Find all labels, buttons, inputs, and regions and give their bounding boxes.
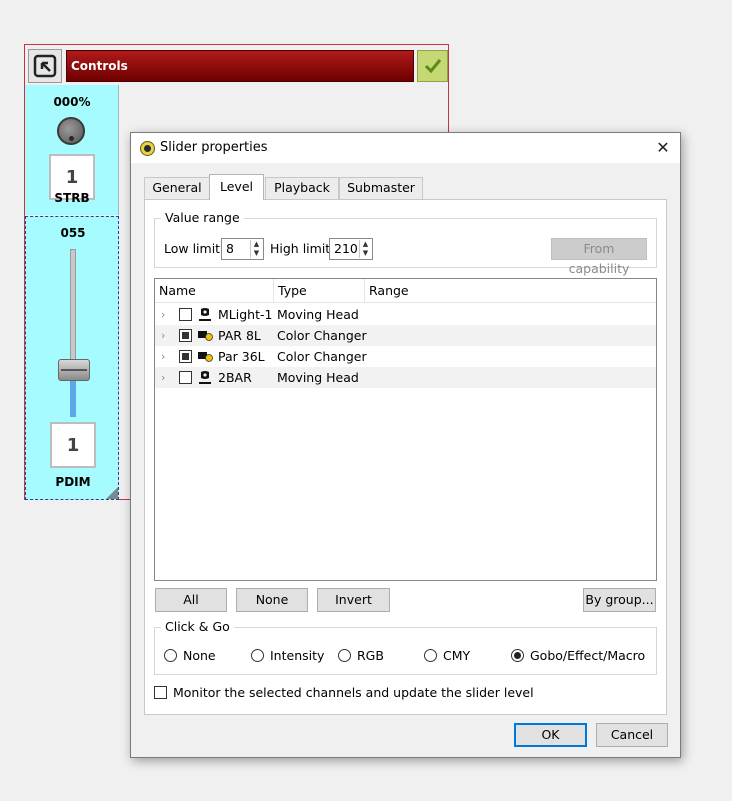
value-range-group: Value range Low limit 8 ▲ ▼ High limit 21… xyxy=(154,210,657,276)
low-limit-value: 8 xyxy=(226,241,234,256)
select-all-button[interactable]: All xyxy=(155,588,227,612)
cancel-button[interactable]: Cancel xyxy=(596,723,668,747)
monitor-label: Monitor the selected channels and update… xyxy=(173,685,534,700)
radio-rgb-label: RGB xyxy=(357,648,384,663)
fixture-name: Par 36L xyxy=(218,349,265,364)
app-icon xyxy=(140,141,155,156)
tree-row[interactable]: › 2BAR Moving Head xyxy=(155,367,656,388)
monitor-checkbox[interactable] xyxy=(154,686,167,699)
from-capability-button[interactable]: From capability xyxy=(551,238,647,276)
tree-row[interactable]: › Par 36L Color Changer xyxy=(155,346,656,367)
color-changer-icon xyxy=(198,352,213,362)
tab-submaster[interactable]: Submaster xyxy=(339,177,423,199)
column-type[interactable]: Type xyxy=(274,279,365,303)
radio-gobo-effect-macro[interactable] xyxy=(511,649,524,662)
frame-enable-button[interactable] xyxy=(28,49,62,83)
invert-selection-button[interactable]: Invert xyxy=(317,588,390,612)
radio-cmy-label: CMY xyxy=(443,648,471,663)
tab-playback[interactable]: Playback xyxy=(265,177,339,199)
radio-none[interactable] xyxy=(164,649,177,662)
chevron-right-icon[interactable]: › xyxy=(161,304,165,325)
high-limit-label: High limit xyxy=(270,241,331,256)
fixture-tree[interactable]: Name Type Range › MLight-1 Moving Head › xyxy=(154,278,657,581)
color-changer-icon xyxy=(198,331,213,341)
ok-button[interactable]: OK xyxy=(514,723,587,747)
fixture-name: PAR 8L xyxy=(218,328,261,343)
level-tab-body: Value range Low limit 8 ▲ ▼ High limit 21… xyxy=(144,199,667,715)
strb-slider-panel[interactable]: 000% 1 STRB xyxy=(25,85,119,215)
spin-arrows-icon[interactable]: ▲ ▼ xyxy=(250,240,262,258)
moving-head-icon xyxy=(199,308,211,321)
radio-gobo-effect-macro-label: Gobo/Effect/Macro xyxy=(530,648,646,663)
tab-general[interactable]: General xyxy=(144,177,210,199)
tree-header: Name Type Range xyxy=(155,279,656,303)
tab-level[interactable]: Level xyxy=(209,174,264,200)
chevron-right-icon[interactable]: › xyxy=(161,325,165,346)
radio-none-label: None xyxy=(183,648,216,663)
pdim-slider-panel[interactable]: 055 1 PDIM xyxy=(25,216,119,500)
strb-knob[interactable] xyxy=(57,117,85,145)
slider-properties-dialog: Slider properties ✕ General Level Playba… xyxy=(130,132,681,758)
row-checkbox[interactable] xyxy=(179,350,192,363)
fixture-type: Color Changer xyxy=(277,349,367,364)
dialog-titlebar: Slider properties ✕ xyxy=(131,133,680,163)
frame-check-button[interactable] xyxy=(417,50,448,82)
by-group-button[interactable]: By group... xyxy=(583,588,656,612)
spin-arrows-icon[interactable]: ▲ ▼ xyxy=(359,240,371,258)
fixture-type: Moving Head xyxy=(277,370,359,385)
click-go-title: Click & Go xyxy=(161,619,234,634)
select-none-button[interactable]: None xyxy=(236,588,308,612)
fixture-type: Color Changer xyxy=(277,328,367,343)
value-range-title: Value range xyxy=(161,210,244,225)
strb-value: 000% xyxy=(53,95,91,109)
pdim-slider-handle[interactable] xyxy=(58,359,90,381)
frame-title[interactable]: Controls xyxy=(66,50,414,82)
click-go-group: Click & Go None Intensity RGB CMY Gobo/E… xyxy=(154,619,657,675)
tree-row[interactable]: › PAR 8L Color Changer xyxy=(155,325,656,346)
chevron-right-icon[interactable]: › xyxy=(161,346,165,367)
strb-label: STRB xyxy=(54,191,90,205)
row-checkbox[interactable] xyxy=(179,329,192,342)
frame-header: Controls xyxy=(28,49,448,83)
low-limit-spinbox[interactable]: 8 ▲ ▼ xyxy=(221,238,264,260)
pdim-value: 055 xyxy=(60,226,86,240)
moving-head-icon xyxy=(199,371,211,384)
checkmark-icon xyxy=(424,59,441,74)
radio-rgb[interactable] xyxy=(338,649,351,662)
row-checkbox[interactable] xyxy=(179,308,192,321)
column-range[interactable]: Range xyxy=(365,279,455,303)
fixture-type: Moving Head xyxy=(277,307,359,322)
close-icon[interactable]: ✕ xyxy=(650,135,676,161)
column-name[interactable]: Name xyxy=(155,279,274,303)
row-checkbox[interactable] xyxy=(179,371,192,384)
radio-intensity[interactable] xyxy=(251,649,264,662)
resize-grip[interactable] xyxy=(106,487,118,499)
radio-cmy[interactable] xyxy=(424,649,437,662)
high-limit-spinbox[interactable]: 210 ▲ ▼ xyxy=(329,238,373,260)
frame-toggle-icon xyxy=(33,54,57,78)
tree-row[interactable]: › MLight-1 Moving Head xyxy=(155,304,656,325)
chevron-right-icon[interactable]: › xyxy=(161,367,165,388)
low-limit-label: Low limit xyxy=(164,241,221,256)
fixture-name: 2BAR xyxy=(218,370,252,385)
radio-intensity-label: Intensity xyxy=(270,648,325,663)
pdim-number-box[interactable]: 1 xyxy=(50,422,96,468)
knob-indicator xyxy=(69,136,74,141)
fixture-name: MLight-1 xyxy=(218,307,273,322)
dialog-title: Slider properties xyxy=(160,140,268,155)
high-limit-value: 210 xyxy=(334,241,358,256)
